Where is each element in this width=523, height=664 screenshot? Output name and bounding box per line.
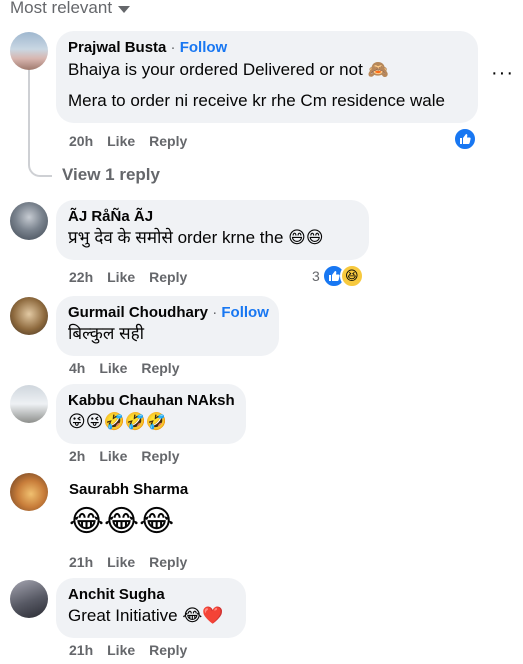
comment-actions: 20h Like Reply — [69, 133, 187, 149]
reply-button[interactable]: Reply — [149, 269, 187, 285]
reply-button[interactable]: Reply — [141, 448, 179, 464]
like-button[interactable]: Like — [99, 360, 127, 376]
comment-emoji-text: 😂😂😂 — [69, 505, 175, 538]
laughing-face-icon: 😆 — [339, 264, 364, 288]
chevron-down-icon — [118, 6, 131, 13]
sort-label: Most relevant — [10, 0, 113, 17]
comment-author[interactable]: Saurabh Sharma — [69, 481, 188, 498]
like-button[interactable]: Like — [107, 642, 135, 658]
comment-author[interactable]: Prajwal Busta — [68, 39, 166, 56]
comment-time[interactable]: 20h — [69, 133, 93, 149]
comment-time[interactable]: 4h — [69, 360, 85, 376]
avatar[interactable] — [10, 473, 48, 511]
comment-time[interactable]: 22h — [69, 269, 93, 285]
comment-author[interactable]: Kabbu Chauhan NAksh — [68, 392, 235, 409]
comment-bubble: Gurmail Choudhary · Follow बिल्कुल सही — [56, 296, 279, 356]
view-replies-link[interactable]: View 1 reply — [62, 165, 160, 185]
sort-dropdown[interactable]: Most relevant — [10, 0, 131, 18]
comment-actions: 22h Like Reply — [69, 269, 187, 285]
comment-author[interactable]: Anchit Sugha — [68, 586, 165, 603]
follow-button[interactable]: Follow — [180, 39, 228, 56]
reaction-summary[interactable] — [453, 127, 477, 151]
comment-time[interactable]: 21h — [69, 642, 93, 658]
avatar[interactable] — [10, 32, 48, 70]
comment-text: Great Initiative 😂❤️ — [68, 606, 224, 625]
comment-bubble: ÃJ RåÑa ÃJ प्रभु देव के समोसे order krne… — [56, 200, 369, 260]
avatar[interactable] — [10, 202, 48, 240]
comment-text-line: Mera to order ni receive kr rhe Cm resid… — [68, 91, 445, 110]
comment-bubble: Anchit Sugha Great Initiative 😂❤️ — [56, 578, 246, 638]
reply-button[interactable]: Reply — [149, 554, 187, 570]
comment-author[interactable]: Gurmail Choudhary — [68, 304, 208, 321]
comment-text: बिल्कुल सही — [68, 324, 145, 343]
comment-actions: 2h Like Reply — [69, 448, 179, 464]
more-options-icon[interactable]: ··· — [491, 62, 514, 85]
comment-text: प्रभु देव के समोसे order krne the 😄😄 — [68, 228, 324, 247]
reaction-count: 3 — [312, 268, 320, 284]
comment-author[interactable]: ÃJ RåÑa ÃJ — [68, 208, 153, 225]
reaction-summary[interactable]: 3 😆 — [312, 264, 364, 288]
comment-time[interactable]: 21h — [69, 554, 93, 570]
comment-text-line: Bhaiya is your ordered Delivered or not … — [68, 60, 389, 79]
like-button[interactable]: Like — [107, 133, 135, 149]
like-button[interactable]: Like — [107, 554, 135, 570]
comment-bubble: Kabbu Chauhan NAksh 😜😜🤣🤣🤣 — [56, 384, 246, 444]
reply-button[interactable]: Reply — [141, 360, 179, 376]
reply-thread-line — [28, 70, 52, 177]
avatar[interactable] — [10, 385, 48, 423]
comment-time[interactable]: 2h — [69, 448, 85, 464]
follow-button[interactable]: Follow — [221, 304, 269, 321]
comment-actions: 4h Like Reply — [69, 360, 179, 376]
reply-button[interactable]: Reply — [149, 133, 187, 149]
like-button[interactable]: Like — [107, 269, 135, 285]
thumbs-up-icon — [453, 127, 477, 151]
avatar[interactable] — [10, 297, 48, 335]
comment-bubble: Prajwal Busta · Follow Bhaiya is your or… — [56, 31, 478, 123]
like-button[interactable]: Like — [99, 448, 127, 464]
comment-actions: 21h Like Reply — [69, 554, 187, 570]
comment-actions: 21h Like Reply — [69, 642, 187, 658]
avatar[interactable] — [10, 580, 48, 618]
reply-button[interactable]: Reply — [149, 642, 187, 658]
comment-text: 😜😜🤣🤣🤣 — [68, 412, 167, 431]
